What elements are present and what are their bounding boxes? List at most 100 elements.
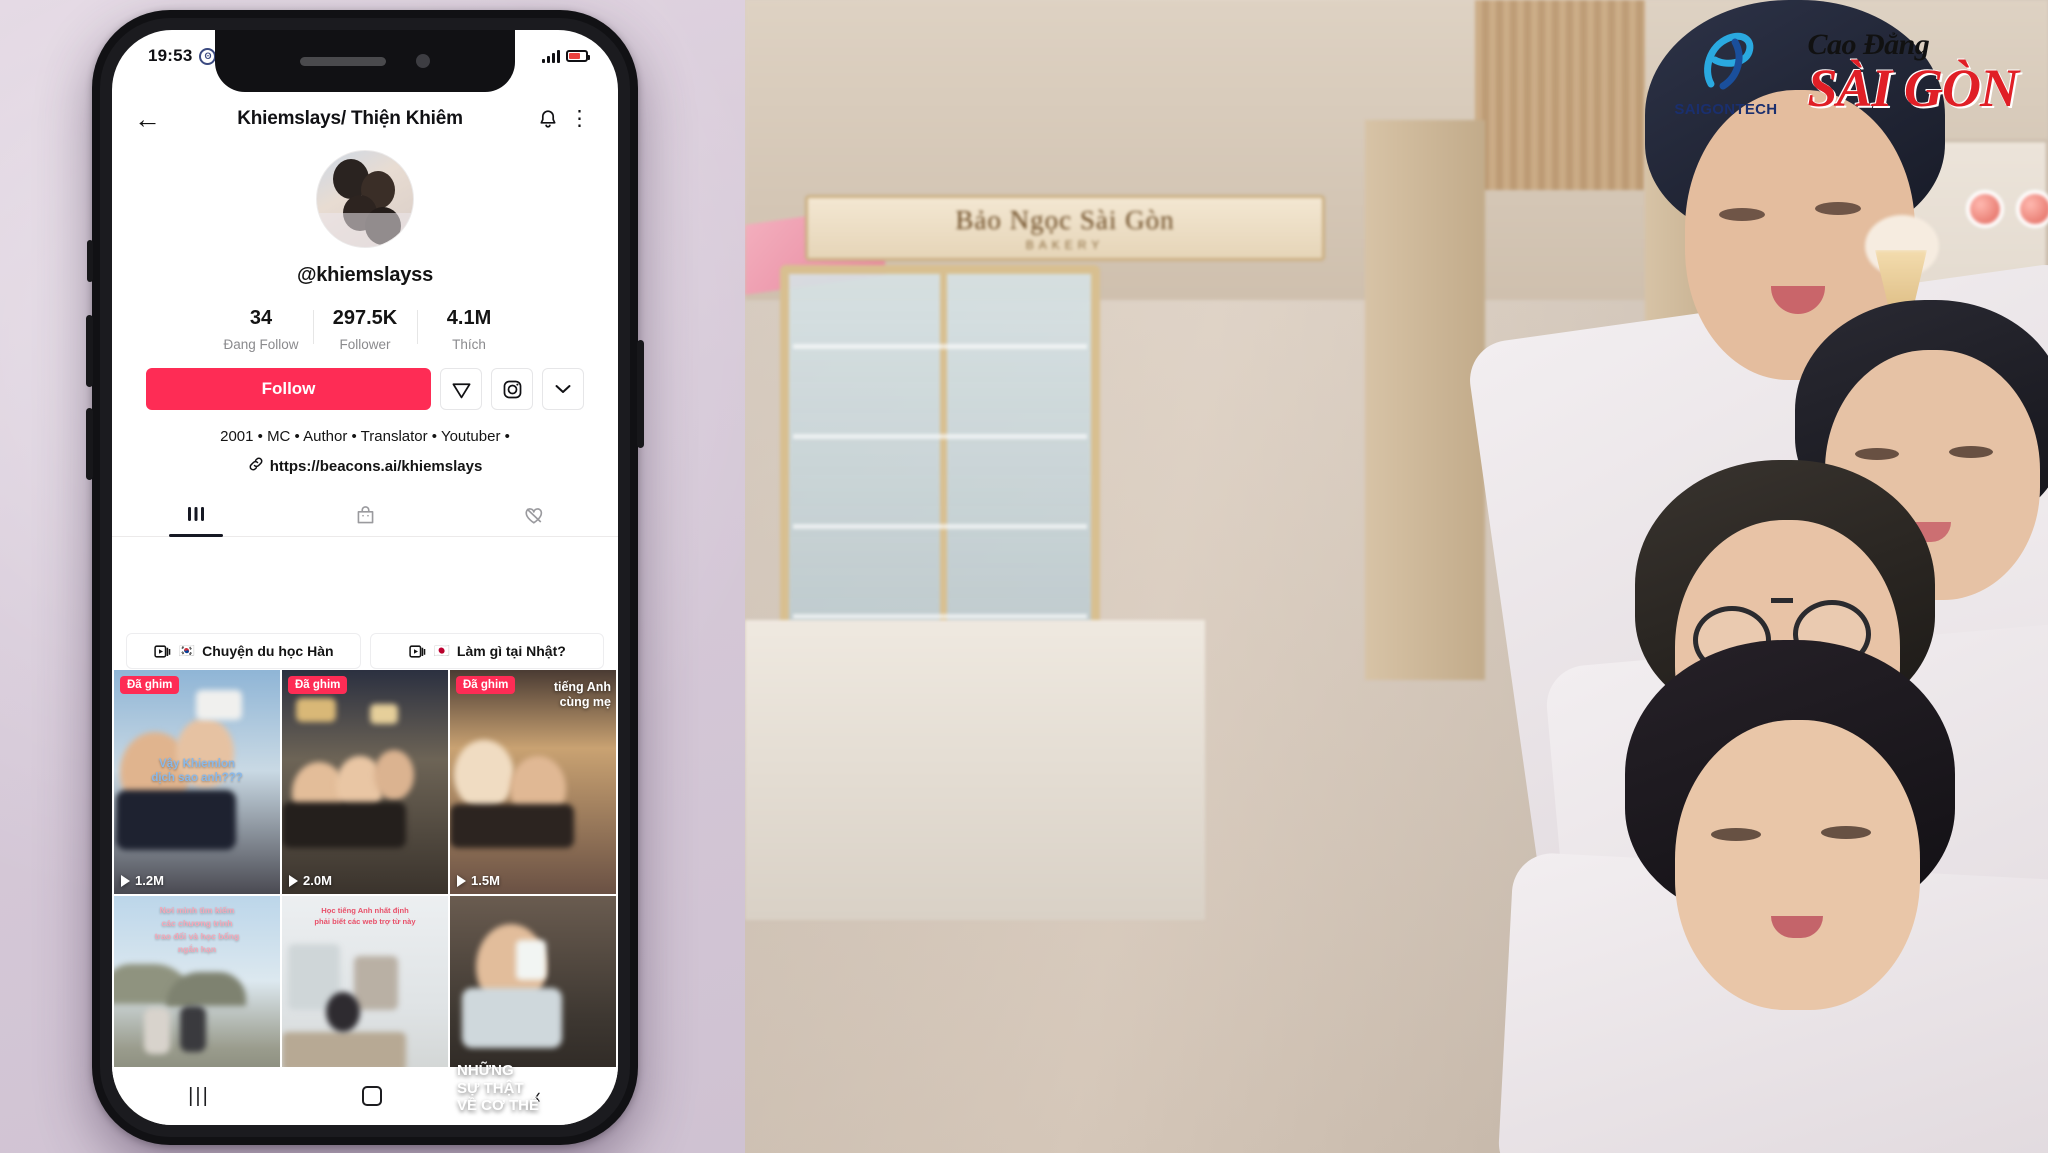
heart-locked-icon [525,507,542,524]
play-icon [121,874,130,887]
recents-button[interactable]: ||| [188,1085,210,1108]
video-cell[interactable]: Đã ghim Vậy Khiemlon dịch sao anh??? 1.2… [114,670,280,895]
bakery-sign-sub: BAKERY [1025,237,1105,252]
stat-following-label: Đang Follow [223,337,299,352]
phone-volume-up-button [86,315,93,387]
play-icon [457,874,466,887]
video-views-count: 1.2M [135,873,164,889]
fridge-shelf [793,434,1087,439]
link-icon [248,456,264,476]
video-views: 1.5M [457,873,500,888]
profile-section: @khiemslayss 34 Đang Follow 297.5K Follo… [112,150,618,538]
pinned-badge: Đã ghim [120,676,180,694]
bell-icon[interactable] [532,109,564,130]
stat-followers-label: Follower [339,337,391,352]
home-square-icon[interactable] [362,1086,383,1106]
fridge-shelf [793,524,1087,529]
bakery-sign: Bảo Ngọc Sài Gòn BAKERY [805,195,1325,261]
video-views-count: 2.0M [303,873,332,889]
stat-following-value: 34 [249,307,273,329]
page-title: Khiemslays/ Thiện Khiêm [237,108,463,129]
status-bar-left: 19:53 ʘ [148,46,217,66]
cao-dang-text: Cao Đẳng [1807,27,1930,61]
stat-following[interactable]: 34 Đang Follow [209,307,313,352]
pinned-badge: Đã ghim [288,676,348,694]
profile-stats: 34 Đang Follow 297.5K Follower 4.1M Thíc… [112,307,618,352]
pinned-badge: Đã ghim [456,676,516,694]
status-bar-right [542,49,590,63]
stat-followers[interactable]: 297.5K Follower [313,307,417,352]
video-views: 2.0M [289,873,332,888]
video-views-count: 1.5M [471,873,500,889]
tab-videos[interactable] [112,494,281,536]
kebab-menu-icon[interactable]: ⋮ [564,108,596,128]
avatar-clothing [317,213,413,247]
phone-screen: 19:53 ʘ ← Khiemslays/ Thiện Khiêm ⋮ @khi… [112,30,618,1125]
cabinet-knob [1966,190,2004,228]
phone-device: 19:53 ʘ ← Khiemslays/ Thiện Khiêm ⋮ @khi… [86,10,644,1145]
flag-korea-icon: 🇰🇷 [178,643,196,658]
profile-link-text: https://beacons.ai/khiemslays [269,457,483,475]
profile-actions: Follow [112,368,618,410]
saigontech-logo: SAIGONTECH [1674,26,1777,118]
tab-shop[interactable] [281,494,450,536]
video-cell[interactable]: Đã ghim tiếng Anh cùng mẹ 1.5M [450,670,616,895]
video-cell[interactable]: NHỮNG SỰ THẬT VỀ CƠ THỂ [450,896,616,1121]
app-header: ← Khiemslays/ Thiện Khiêm ⋮ [112,92,618,146]
phone-notch [215,30,515,92]
earpiece-speaker [300,56,386,66]
ceiling-slats [1475,0,1645,190]
video-views: 1.2M [121,873,164,888]
chevron-down-icon[interactable] [542,368,584,410]
playlist-icon [154,644,171,658]
bakery-sign-name: Bảo Ngọc Sài Gòn [955,204,1175,235]
saigontech-logo-icon [1689,26,1763,100]
profile-handle: @khiemslayss [296,264,434,286]
video-thumbnail [282,670,448,895]
phone-volume-down-button [86,408,93,480]
profile-link-row[interactable]: https://beacons.ai/khiemslays [112,456,618,476]
video-overlay-text: Nơi mình tìm kiếm các chương trình trao … [154,905,240,954]
profile-tabs [112,494,618,538]
profile-bio: 2001 • MC • Author • Translator • Youtub… [220,428,510,445]
fridge-shelf [793,614,1087,619]
shop-counter [745,620,1205,920]
playlist-chip-korea-label: Chuyện du học Hàn [202,643,334,659]
paper-plane-icon[interactable] [440,368,482,410]
signal-bars-icon [542,49,560,63]
video-grid: Đã ghim Vậy Khiemlon dịch sao anh??? 1.2… [112,670,618,1121]
tab-liked[interactable] [449,494,618,536]
playlist-chip-japan[interactable]: 🇯🇵 Làm gì tại Nhật? [369,633,604,669]
play-icon [289,874,298,887]
branding-logos: SAIGONTECH Cao Đẳng SÀI GÒN [1674,26,2019,118]
cao-dang-sai-gon-logo: Cao Đẳng SÀI GÒN [1807,27,2019,118]
video-overlay-text: Học tiếng Anh nhất định phải biết các we… [314,906,416,927]
avatar[interactable] [316,150,414,248]
playlist-icon [409,644,425,658]
stat-followers-value: 297.5K [332,307,398,329]
saigontech-wordmark: SAIGONTECH [1674,101,1778,118]
video-overlay-text: Vậy Khiemlon dịch sao anh??? [151,758,243,784]
sai-gon-text: SÀI GÒN [1807,57,2019,118]
person-4-face [1675,720,1920,1010]
fridge-shelf [793,344,1087,349]
phone-mute-button [87,240,93,282]
photo-panel: Bảo Ngọc Sài Gòn BAKERY SAIGONTECH Cao Đ… [745,0,2048,1153]
playlist-chip-korea[interactable]: 🇰🇷 Chuyện du học Hàn [126,633,361,669]
playlist-chip-japan-label: Làm gì tại Nhật? [456,643,566,659]
shop-pillar [1365,120,1485,680]
video-cell[interactable]: Đã ghim 2.0M [282,670,448,895]
instagram-icon[interactable] [491,368,533,410]
stat-likes-value: 4.1M [446,307,492,329]
grid-bars-icon [188,507,205,522]
stat-likes-label: Thích [452,337,486,352]
back-arrow-icon[interactable]: ← [134,105,168,133]
shopping-bag-icon [357,505,373,524]
left-panel: 19:53 ʘ ← Khiemslays/ Thiện Khiêm ⋮ @khi… [0,0,745,1153]
stat-likes[interactable]: 4.1M Thích [417,307,521,352]
follow-button[interactable]: Follow [146,368,431,410]
app-badge-icon: ʘ [199,47,217,65]
flag-japan-icon: 🇯🇵 [433,643,450,658]
battery-icon [566,50,590,62]
video-overlay-text: NHỮNG SỰ THẬT VỀ CƠ THỂ [457,1062,539,1114]
